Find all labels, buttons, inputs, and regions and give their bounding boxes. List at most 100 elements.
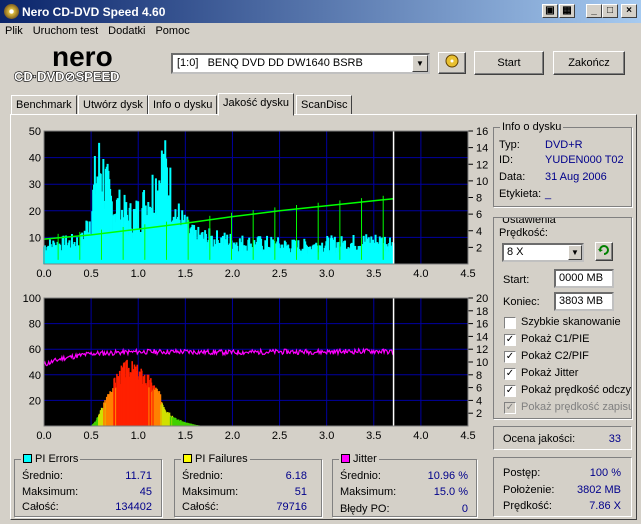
y-left-tick-label: 20 xyxy=(29,206,41,218)
y-right-tick-label: 8 xyxy=(476,370,482,382)
y-right-tick-label: 12 xyxy=(476,344,488,356)
x-tick-label: 2.5 xyxy=(272,430,287,442)
progress-label: Postęp: xyxy=(503,467,541,479)
save-small-icon[interactable]: ▦ xyxy=(559,4,575,18)
x-tick-label: 1.0 xyxy=(131,268,146,280)
progress-panel: Postęp: 100 % Położenie: 3802 MB Prędkoś… xyxy=(493,457,632,517)
x-tick-label: 4.0 xyxy=(413,268,428,280)
tab-scandisc[interactable]: ScanDisc xyxy=(296,95,353,115)
x-tick-label: 4.0 xyxy=(413,430,428,442)
close-button[interactable]: × xyxy=(621,4,637,18)
stop-button[interactable]: Zakończ xyxy=(553,51,625,75)
y-left-tick-label: 60 xyxy=(29,344,41,356)
pi-errors-avg: 11.71 xyxy=(125,470,152,482)
jitter-avg: 10.96 % xyxy=(427,470,468,482)
position-label: Położenie: xyxy=(503,484,555,496)
y-right-tick-label: 18 xyxy=(476,306,488,318)
checkbox-label-4: Pokaż prędkość odczytu xyxy=(521,384,632,396)
window-title: Nero CD-DVD Speed 4.60 xyxy=(22,5,166,19)
y-right-tick-label: 14 xyxy=(476,143,488,155)
type-label: Typ: xyxy=(499,139,520,151)
pi-failures-title: PI Failures xyxy=(181,453,250,465)
y-right-tick-label: 4 xyxy=(476,226,482,238)
x-tick-label: 3.5 xyxy=(366,430,381,442)
x-tick-label: 0.0 xyxy=(36,430,51,442)
x-tick-label: 3.0 xyxy=(319,430,334,442)
checkbox-0[interactable] xyxy=(504,317,516,329)
checkbox-1[interactable]: ✓ xyxy=(504,334,516,346)
minimize-button[interactable]: _ xyxy=(586,4,602,18)
x-tick-label: 1.0 xyxy=(131,430,146,442)
pi-failures-chart: 0.0 0.5 1.0 1.5 2.0 2.5 3.0 3.5 4.0 4.5 20 40 60 80 10… xyxy=(23,293,489,442)
start-button[interactable]: Start xyxy=(474,51,544,75)
y-left-tick-label: 20 xyxy=(29,395,41,407)
speed-select-value: 8 X xyxy=(507,246,524,258)
jitter-swatch xyxy=(341,454,350,463)
checkbox-label-1: Pokaż C1/PIE xyxy=(521,333,590,345)
x-tick-label: 3.5 xyxy=(366,268,381,280)
app-icon xyxy=(4,4,19,19)
y-right-tick-label: 16 xyxy=(476,126,488,138)
y-right-tick-label: 16 xyxy=(476,319,488,331)
jitter-max-label: Maksimum: xyxy=(340,486,397,498)
x-tick-label: 4.5 xyxy=(460,268,475,280)
y-right-tick-label: 8 xyxy=(476,193,482,205)
progress-value: 100 % xyxy=(589,467,621,479)
y-left-tick-label: 100 xyxy=(23,293,41,305)
menu-uruchom-test[interactable]: Uruchom test xyxy=(28,23,103,37)
y-left-tick-label: 50 xyxy=(29,126,41,138)
restore-small-icon[interactable]: ▣ xyxy=(542,4,558,18)
checkbox-3[interactable]: ✓ xyxy=(504,368,516,380)
y-right-tick-label: 12 xyxy=(476,159,488,171)
menu-dodatki[interactable]: Dodatki xyxy=(103,23,150,37)
y-right-tick-label: 14 xyxy=(476,331,488,343)
y-right-tick-label: 4 xyxy=(476,395,482,407)
start-field-value: 0000 MB xyxy=(559,272,604,284)
checkbox-4[interactable]: ✓ xyxy=(504,385,516,397)
settings-title: Ustawienia xyxy=(500,218,558,226)
pi-failures-avg-label: Średnio: xyxy=(182,470,223,482)
drive-select[interactable]: [1:0] BENQ DVD DD DW1640 BSRB ▼ xyxy=(171,53,430,74)
chevron-down-icon[interactable]: ▼ xyxy=(568,245,582,260)
pi-failures-max: 51 xyxy=(294,486,307,498)
tab-benchmark[interactable]: Benchmark xyxy=(11,95,77,115)
refresh-drive-button[interactable] xyxy=(438,52,466,74)
tab-create-disc[interactable]: Utwórz dysk xyxy=(78,95,148,115)
pi-failures-total: 79716 xyxy=(276,501,307,513)
tab-disc-quality[interactable]: Jakość dysku xyxy=(218,93,295,116)
pi-errors-swatch xyxy=(23,454,32,463)
x-tick-label: 1.5 xyxy=(178,268,193,280)
date-label: Data: xyxy=(499,171,526,183)
checkbox-label-5: Pokaż prędkość zapisu xyxy=(521,401,632,413)
menu-pomoc[interactable]: Pomoc xyxy=(150,23,194,37)
svg-text:CD·DVD⊘SPEED: CD·DVD⊘SPEED xyxy=(14,69,120,84)
disc-label-label: Etykieta: xyxy=(499,188,542,200)
speed-select[interactable]: 8 X ▼ xyxy=(502,243,584,262)
refresh-icon xyxy=(598,245,609,255)
drive-select-value: [1:0] BENQ DVD DD DW1640 BSRB xyxy=(177,57,363,69)
checkbox-2[interactable]: ✓ xyxy=(504,351,516,363)
chevron-down-icon[interactable]: ▼ xyxy=(412,55,428,72)
id-label: ID: xyxy=(499,154,514,166)
menu-plik[interactable]: Plik xyxy=(0,23,28,37)
pi-errors-avg-label: Średnio: xyxy=(22,470,63,482)
svg-text:nero: nero xyxy=(52,42,113,72)
refresh-speed-button[interactable] xyxy=(595,242,613,261)
y-right-tick-label: 2 xyxy=(476,242,482,254)
end-field[interactable]: 3803 MB xyxy=(554,292,614,311)
jitter-avg-label: Średnio: xyxy=(340,470,381,482)
end-field-value: 3803 MB xyxy=(559,295,604,307)
date-value: 31 Aug 2006 xyxy=(545,171,607,183)
tab-disc-info[interactable]: Info o dysku xyxy=(148,95,218,115)
nero-logo: nero CD·DVD⊘SPEED xyxy=(13,42,120,84)
y-left-tick-label: 30 xyxy=(29,179,41,191)
x-tick-label: 2.5 xyxy=(272,268,287,280)
checkbox-5[interactable]: ✓ xyxy=(504,402,516,414)
start-field[interactable]: 0000 MB xyxy=(554,269,614,288)
maximize-button[interactable]: □ xyxy=(602,4,618,18)
checkbox-label-3: Pokaż Jitter xyxy=(521,367,579,379)
x-tick-label: 0.5 xyxy=(83,268,98,280)
read-speed-label: Prędkość: xyxy=(503,500,552,512)
y-right-tick-label: 10 xyxy=(476,176,488,188)
x-tick-label: 1.5 xyxy=(178,430,193,442)
